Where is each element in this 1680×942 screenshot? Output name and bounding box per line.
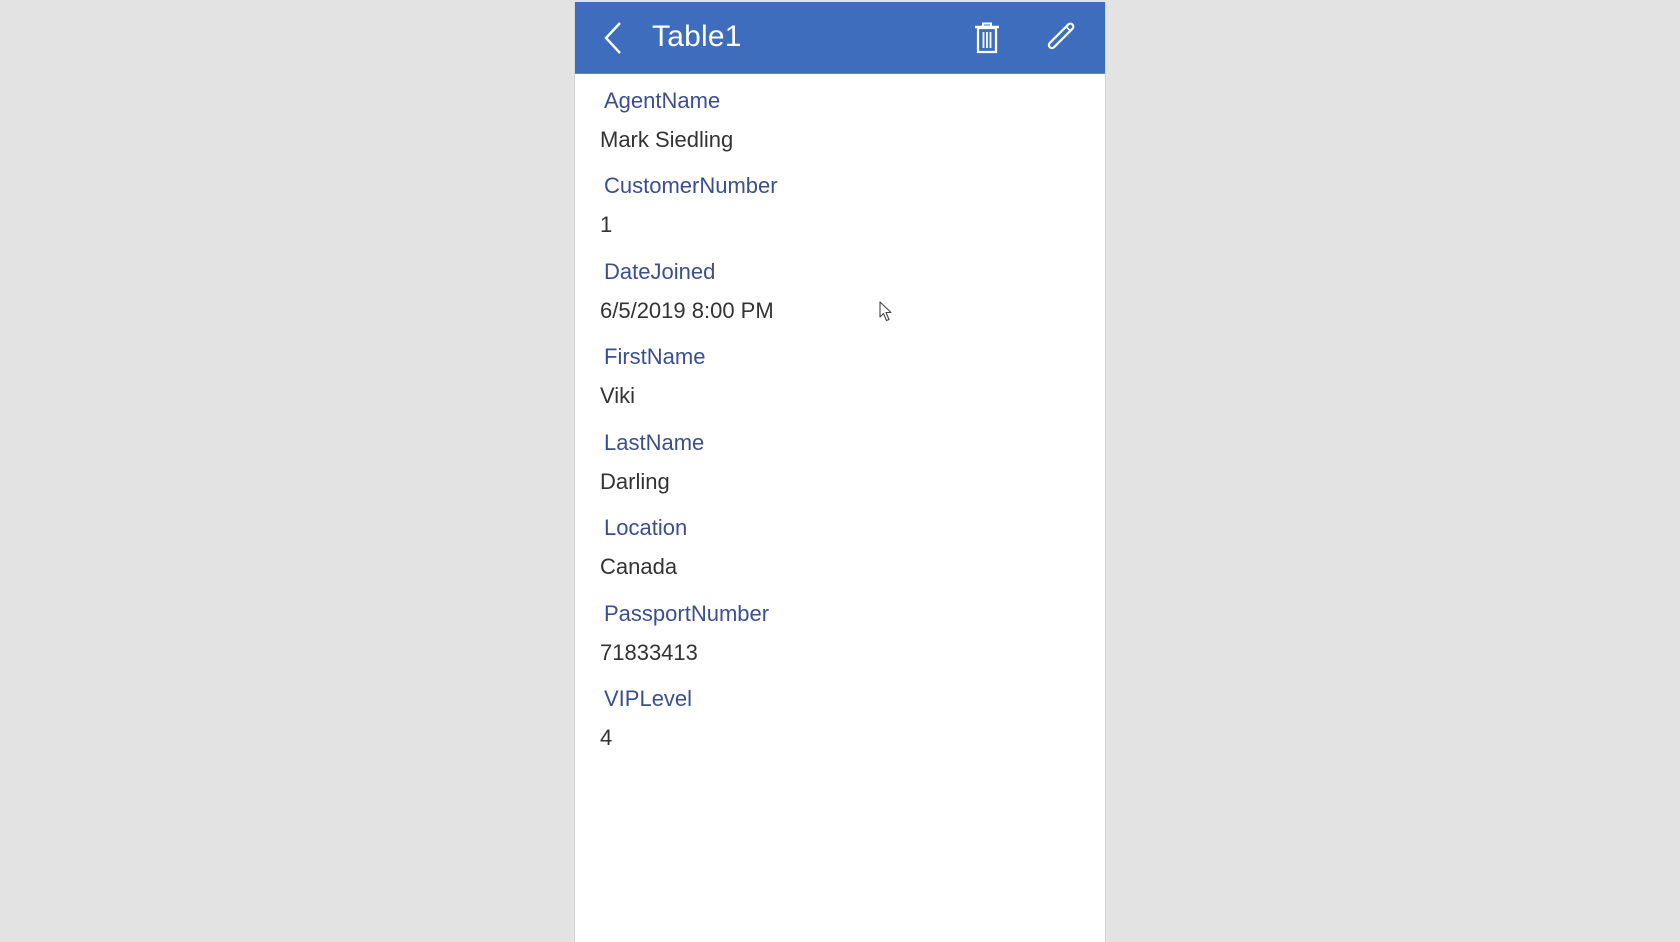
screen-title: Table1 [652, 20, 742, 53]
trash-icon [975, 22, 999, 54]
detail-screen: Table1 AgentName Mark Siedling CustomerN… [574, 2, 1106, 942]
screen-header: Table1 [575, 2, 1105, 74]
field-date-joined: DateJoined 6/5/2019 8:00 PM [575, 245, 1105, 330]
field-value: 1 [600, 212, 613, 237]
chevron-left-icon [604, 22, 621, 54]
field-label: VIPLevel [604, 686, 693, 711]
field-value: Canada [600, 554, 678, 579]
field-first-name: FirstName Viki [575, 330, 1105, 415]
field-label: PassportNumber [604, 601, 770, 626]
field-agent-name: AgentName Mark Siedling [575, 74, 1105, 159]
field-value: 71833413 [600, 640, 698, 665]
field-label: Location [604, 515, 688, 540]
field-label: AgentName [604, 88, 721, 113]
field-customer-number: CustomerNumber 1 [575, 159, 1105, 244]
field-value: Darling [600, 469, 670, 494]
field-label: DateJoined [604, 259, 716, 284]
field-value: 4 [600, 725, 613, 750]
field-label: CustomerNumber [604, 173, 778, 198]
field-vip-level: VIPLevel 4 [575, 672, 1105, 757]
field-location: Location Canada [575, 501, 1105, 586]
field-value: Viki [600, 383, 636, 408]
field-label: LastName [604, 430, 705, 455]
edit-button[interactable] [1037, 16, 1081, 60]
app-canvas: Table1 AgentName Mark Siedling CustomerN… [0, 0, 1680, 942]
pencil-icon [1047, 22, 1075, 50]
back-button[interactable] [595, 16, 631, 60]
field-passport-number: PassportNumber 71833413 [575, 587, 1105, 672]
field-label: FirstName [604, 344, 706, 369]
field-value: 6/5/2019 8:00 PM [600, 298, 774, 323]
field-value: Mark Siedling [600, 127, 734, 152]
field-last-name: LastName Darling [575, 416, 1105, 501]
delete-button[interactable] [966, 16, 1010, 60]
